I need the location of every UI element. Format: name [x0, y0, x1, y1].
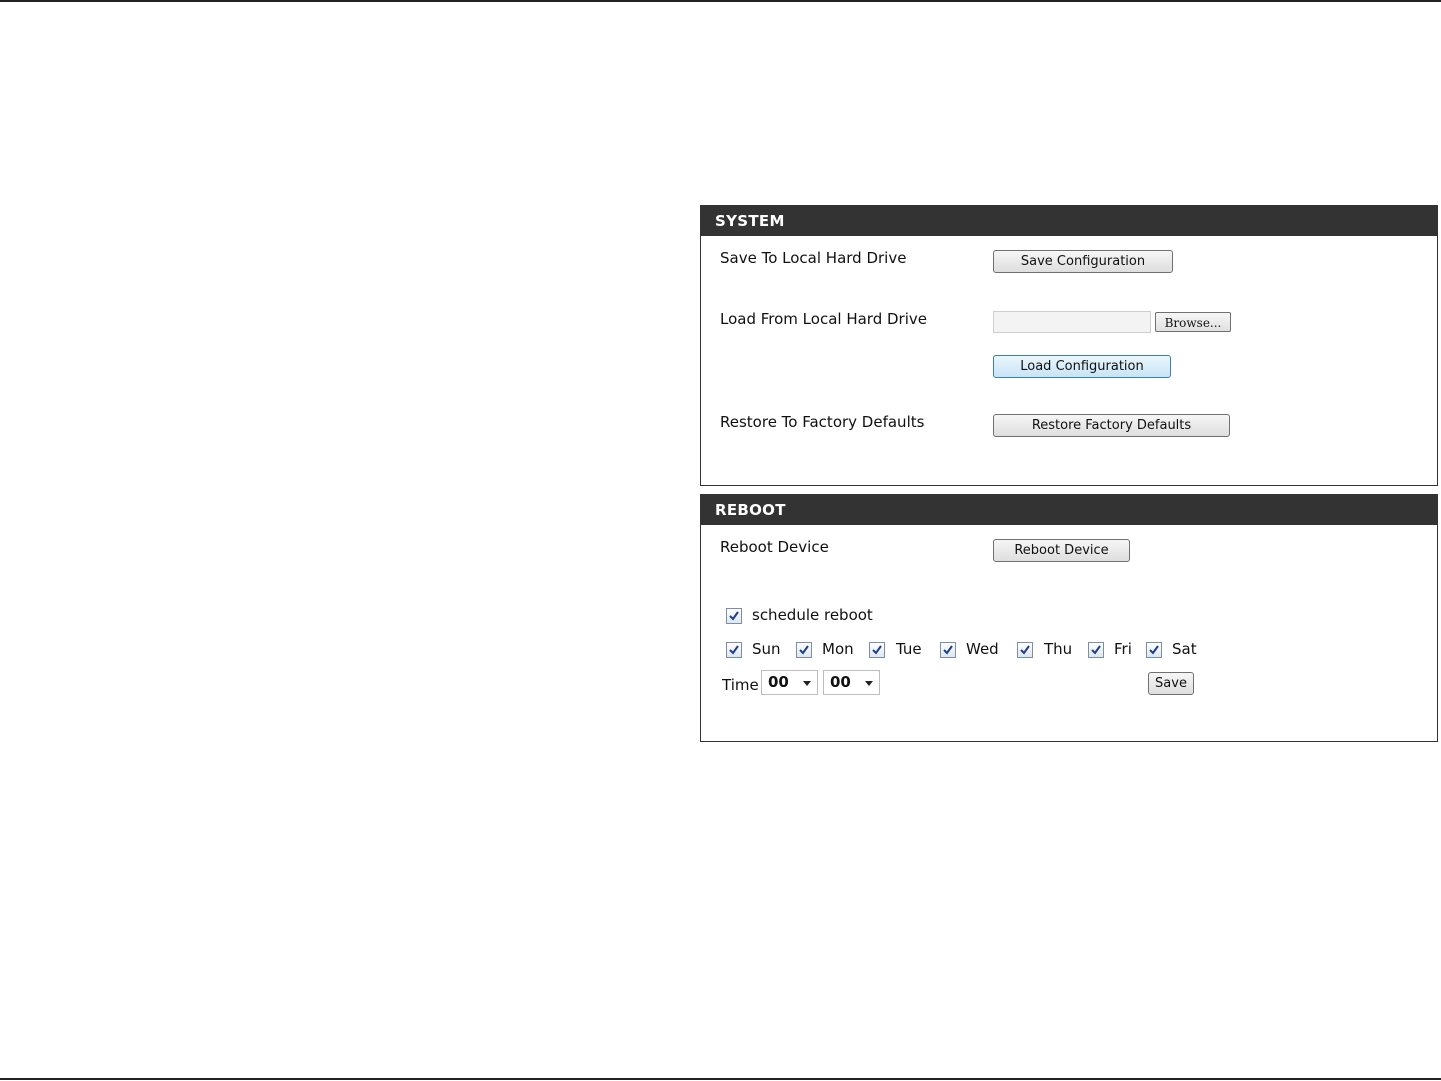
- day-checkbox-sun[interactable]: [726, 642, 742, 658]
- system-panel: SYSTEM Save To Local Hard Drive Save Con…: [700, 205, 1438, 486]
- day-checkbox-fri[interactable]: [1088, 642, 1104, 658]
- reboot-device-button[interactable]: Reboot Device: [993, 539, 1130, 562]
- day-label-thu: Thu: [1044, 640, 1073, 658]
- minute-select[interactable]: 00: [823, 670, 880, 695]
- save-local-label: Save To Local Hard Drive: [720, 249, 907, 267]
- day-checkbox-mon[interactable]: [796, 642, 812, 658]
- config-file-input[interactable]: [993, 311, 1151, 333]
- system-header: SYSTEM: [701, 206, 1437, 236]
- load-configuration-button[interactable]: Load Configuration: [993, 355, 1171, 378]
- checkmark-icon: [1149, 645, 1159, 655]
- time-label: Time: [722, 676, 759, 694]
- day-checkbox-thu[interactable]: [1017, 642, 1033, 658]
- reboot-panel: REBOOT Reboot Device Reboot Device sched…: [700, 494, 1438, 742]
- hour-value: 00: [768, 673, 789, 691]
- day-checkbox-tue[interactable]: [869, 642, 885, 658]
- day-label-mon: Mon: [822, 640, 854, 658]
- day-label-sat: Sat: [1172, 640, 1197, 658]
- schedule-save-button[interactable]: Save: [1148, 672, 1194, 695]
- top-rule: [0, 0, 1441, 2]
- checkmark-icon: [729, 645, 739, 655]
- schedule-reboot-checkbox[interactable]: [726, 608, 742, 624]
- day-label-wed: Wed: [966, 640, 999, 658]
- save-configuration-button[interactable]: Save Configuration: [993, 250, 1173, 273]
- day-checkbox-wed[interactable]: [940, 642, 956, 658]
- day-label-fri: Fri: [1114, 640, 1132, 658]
- reboot-header: REBOOT: [701, 495, 1437, 525]
- day-label-sun: Sun: [752, 640, 781, 658]
- browse-button[interactable]: Browse...: [1155, 312, 1231, 332]
- checkmark-icon: [943, 645, 953, 655]
- dropdown-arrow-icon: [865, 681, 873, 686]
- bottom-rule: [0, 1078, 1441, 1080]
- day-label-tue: Tue: [896, 640, 922, 658]
- dropdown-arrow-icon: [803, 681, 811, 686]
- minute-value: 00: [830, 673, 851, 691]
- checkmark-icon: [729, 611, 739, 621]
- reboot-device-label: Reboot Device: [720, 538, 829, 556]
- checkmark-icon: [799, 645, 809, 655]
- checkmark-icon: [872, 645, 882, 655]
- load-local-label: Load From Local Hard Drive: [720, 310, 927, 328]
- day-checkbox-sat[interactable]: [1146, 642, 1162, 658]
- restore-factory-defaults-button[interactable]: Restore Factory Defaults: [993, 414, 1230, 437]
- hour-select[interactable]: 00: [761, 670, 818, 695]
- checkmark-icon: [1091, 645, 1101, 655]
- checkmark-icon: [1020, 645, 1030, 655]
- restore-defaults-label: Restore To Factory Defaults: [720, 413, 925, 431]
- schedule-reboot-label: schedule reboot: [752, 606, 873, 624]
